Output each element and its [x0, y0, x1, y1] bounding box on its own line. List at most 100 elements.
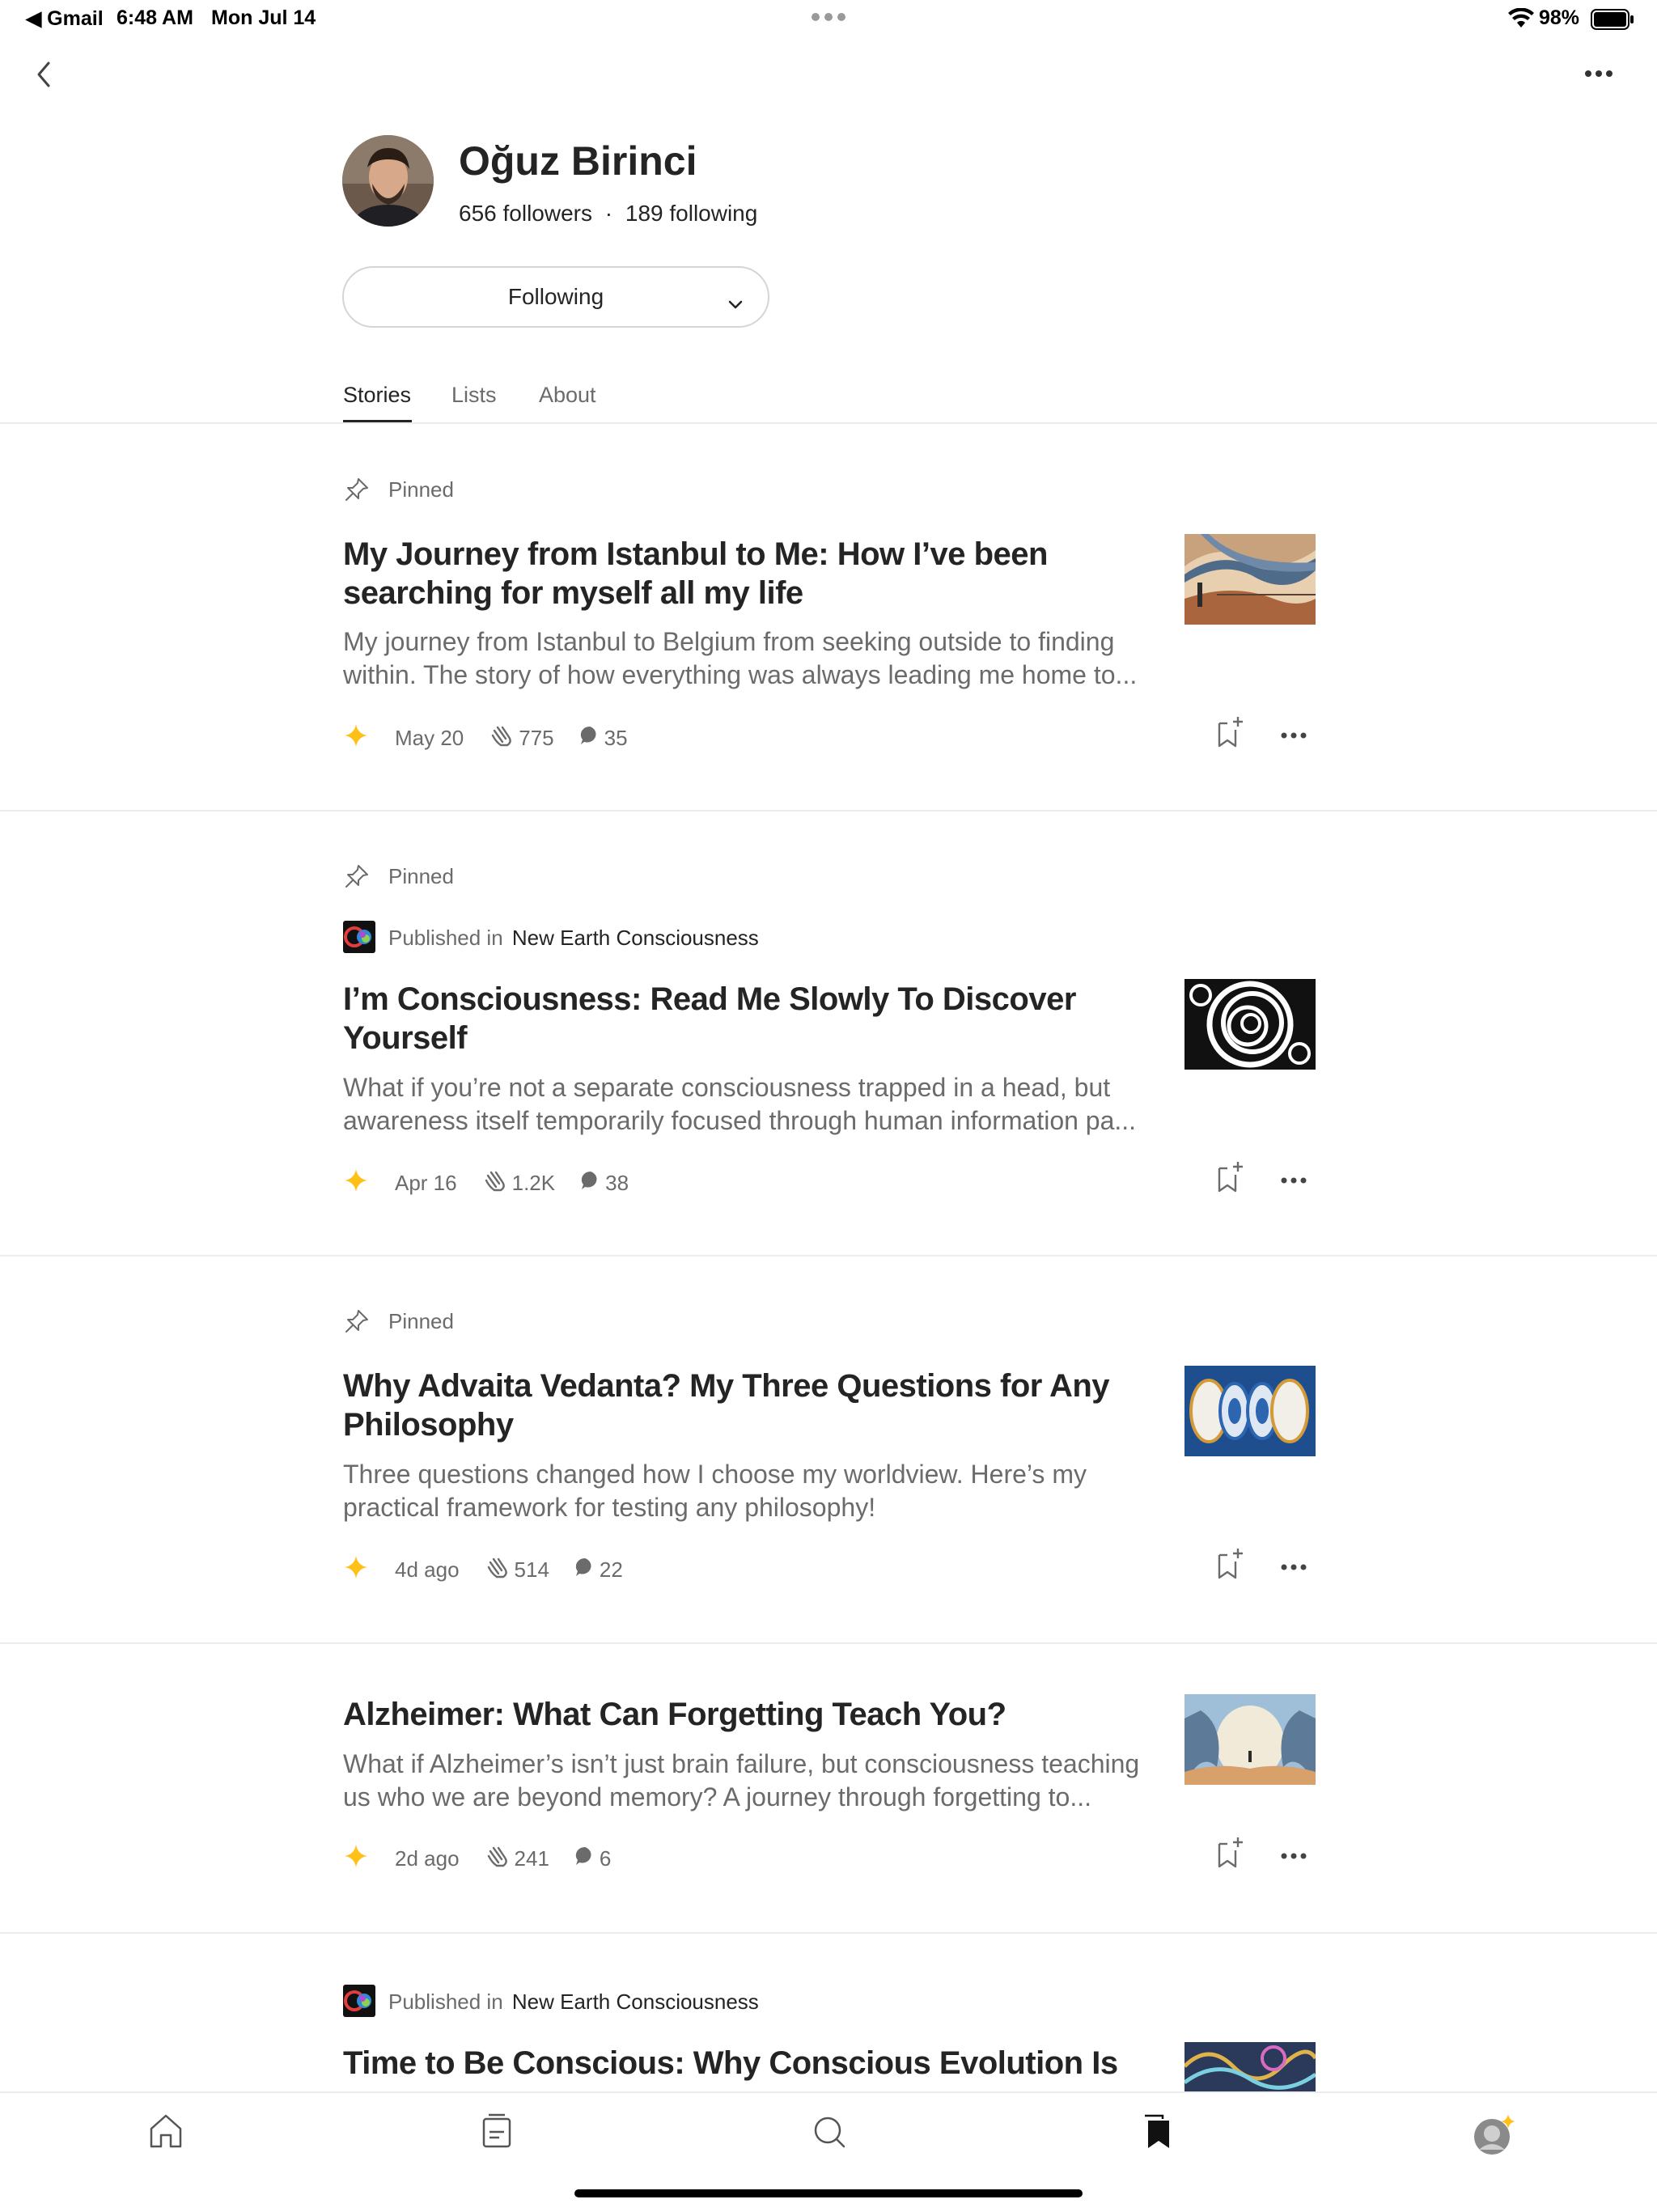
story-subtitle-line: awareness itself temporarily focused thr… [343, 1106, 1137, 1135]
member-star-icon [343, 1843, 369, 1875]
story-thumbnail[interactable] [1184, 1694, 1316, 1785]
home-icon[interactable] [148, 2112, 184, 2154]
followers-count[interactable]: 656 followers [459, 201, 592, 226]
comment-icon [574, 1845, 596, 1873]
comment-count: 6 [599, 1846, 612, 1871]
story-thumbnail[interactable] [1184, 1366, 1316, 1456]
story-divider [0, 1255, 1657, 1256]
story-subtitle[interactable]: My journey from Istanbul to Belgium from… [343, 625, 1152, 692]
tab-lists[interactable]: Lists [451, 383, 497, 408]
stats-separator: · [604, 201, 613, 226]
comment-count: 35 [604, 726, 628, 750]
following-button[interactable]: Following [342, 266, 769, 328]
pinned-label: Pinned [388, 477, 454, 502]
profile-avatar[interactable] [1471, 2112, 1518, 2160]
story-date: Apr 16 [395, 1171, 457, 1195]
status-date: Mon Jul 14 [211, 6, 316, 29]
story-subtitle[interactable]: What if Alzheimer’s isn’t just brain fai… [343, 1748, 1152, 1814]
comment-count: 38 [605, 1171, 629, 1195]
bookmark-add-icon[interactable] [1216, 1836, 1245, 1874]
comment-icon [579, 1169, 602, 1197]
story-title[interactable]: Time to Be Conscious: Why Conscious Evol… [343, 2044, 1152, 2083]
multitask-dots-icon[interactable] [811, 11, 846, 27]
wifi-icon [1508, 7, 1534, 33]
published-in: Published in New Earth Consciousness [388, 1990, 759, 2015]
story-more-icon[interactable] [1280, 1850, 1307, 1864]
feed-icon[interactable] [481, 2112, 513, 2154]
story-title[interactable]: Alzheimer: What Can Forgetting Teach You… [343, 1695, 1152, 1734]
member-star-icon [343, 1167, 369, 1199]
clap-icon [485, 1556, 511, 1584]
following-count[interactable]: 189 following [625, 201, 757, 226]
status-back-app[interactable]: ◀ Gmail [26, 6, 104, 31]
story-title-line: Alzheimer: What Can Forgetting Teach You… [343, 1697, 1006, 1732]
story-meta: Apr 16 1.2K 38 [343, 1167, 629, 1199]
more-options-icon[interactable] [1584, 68, 1613, 83]
publication-name[interactable]: New Earth Consciousness [512, 1990, 759, 2014]
pinned-label: Pinned [388, 864, 454, 888]
pin-icon [343, 1307, 371, 1339]
tabs-divider [0, 422, 1657, 424]
story-divider [0, 810, 1657, 811]
story-title[interactable]: Why Advaita Vedanta? My Three Questions … [343, 1367, 1152, 1444]
profile-stats: 656 followers · 189 following [459, 201, 757, 227]
clap-count: 775 [519, 726, 554, 750]
bookmark-add-icon[interactable] [1216, 1160, 1245, 1198]
published-in: Published in New Earth Consciousness [388, 926, 759, 951]
story-title[interactable]: I’m Consciousness: Read Me Slowly To Dis… [343, 980, 1152, 1057]
member-star-icon [343, 723, 369, 754]
story-subtitle[interactable]: What if you’re not a separate consciousn… [343, 1071, 1152, 1138]
tab-stories[interactable]: Stories [343, 383, 411, 408]
story-more-icon[interactable] [1280, 1174, 1307, 1189]
story-title[interactable]: My Journey from Istanbul to Me: How I’ve… [343, 535, 1152, 612]
clap-count: 241 [514, 1846, 549, 1871]
clap-count: 1.2K [511, 1171, 556, 1195]
back-chevron-icon[interactable] [32, 58, 57, 95]
pinned-label: Pinned [388, 1309, 454, 1333]
story-subtitle-line: practical framework for testing any phil… [343, 1493, 876, 1522]
story-meta: 4d ago 514 22 [343, 1554, 623, 1586]
battery-icon [1591, 9, 1634, 34]
published-in-label: Published in [388, 1990, 503, 2014]
story-divider [0, 1642, 1657, 1644]
chevron-down-icon [727, 290, 744, 316]
story-title-line: Yourself [343, 1020, 468, 1056]
story-thumbnail[interactable] [1184, 2042, 1316, 2091]
story-date: 2d ago [395, 1846, 460, 1871]
story-subtitle-line: What if you’re not a separate consciousn… [343, 1073, 1111, 1102]
story-meta: May 20 775 35 [343, 723, 628, 754]
comment-icon [578, 724, 601, 752]
tab-about[interactable]: About [539, 383, 596, 408]
bookmarks-icon[interactable] [1140, 2112, 1174, 2154]
published-in-label: Published in [388, 926, 503, 950]
story-title-line: Why Advaita Vedanta? My Three Questions … [343, 1368, 1110, 1404]
publication-logo[interactable] [343, 921, 375, 957]
story-title-line: I’m Consciousness: Read Me Slowly To Dis… [343, 981, 1076, 1017]
story-thumbnail[interactable] [1184, 979, 1316, 1070]
story-thumbnail[interactable] [1184, 534, 1316, 625]
search-icon[interactable] [812, 2114, 847, 2154]
story-date: 4d ago [395, 1557, 460, 1582]
comment-count: 22 [599, 1557, 623, 1582]
story-more-icon[interactable] [1280, 1561, 1307, 1575]
story-subtitle-line: What if Alzheimer’s isn’t just brain fai… [343, 1749, 1140, 1778]
bookmark-add-icon[interactable] [1216, 715, 1245, 753]
story-more-icon[interactable] [1280, 729, 1307, 744]
publication-logo[interactable] [343, 1985, 375, 2021]
clap-icon [485, 1845, 511, 1873]
clap-icon [489, 724, 515, 752]
story-subtitle[interactable]: Three questions changed how I choose my … [343, 1458, 1152, 1524]
story-title-line: My Journey from Istanbul to Me: How I’ve… [343, 536, 1048, 572]
story-date: May 20 [395, 726, 464, 750]
profile-name: Oğuz Birinci [459, 138, 697, 184]
bookmark-add-icon[interactable] [1216, 1547, 1245, 1585]
story-title-line: searching for myself all my life [343, 575, 803, 611]
publication-name[interactable]: New Earth Consciousness [512, 926, 759, 950]
status-time: 6:48 AM [117, 6, 193, 29]
story-subtitle-line: within. The story of how everything was … [343, 660, 1138, 689]
clap-count: 514 [514, 1557, 549, 1582]
member-star-icon [343, 1554, 369, 1586]
story-divider [0, 1932, 1657, 1934]
story-title-line: Time to Be Conscious: Why Conscious Evol… [343, 2045, 1118, 2081]
story-subtitle-line: us who we are beyond memory? A journey t… [343, 1782, 1091, 1812]
